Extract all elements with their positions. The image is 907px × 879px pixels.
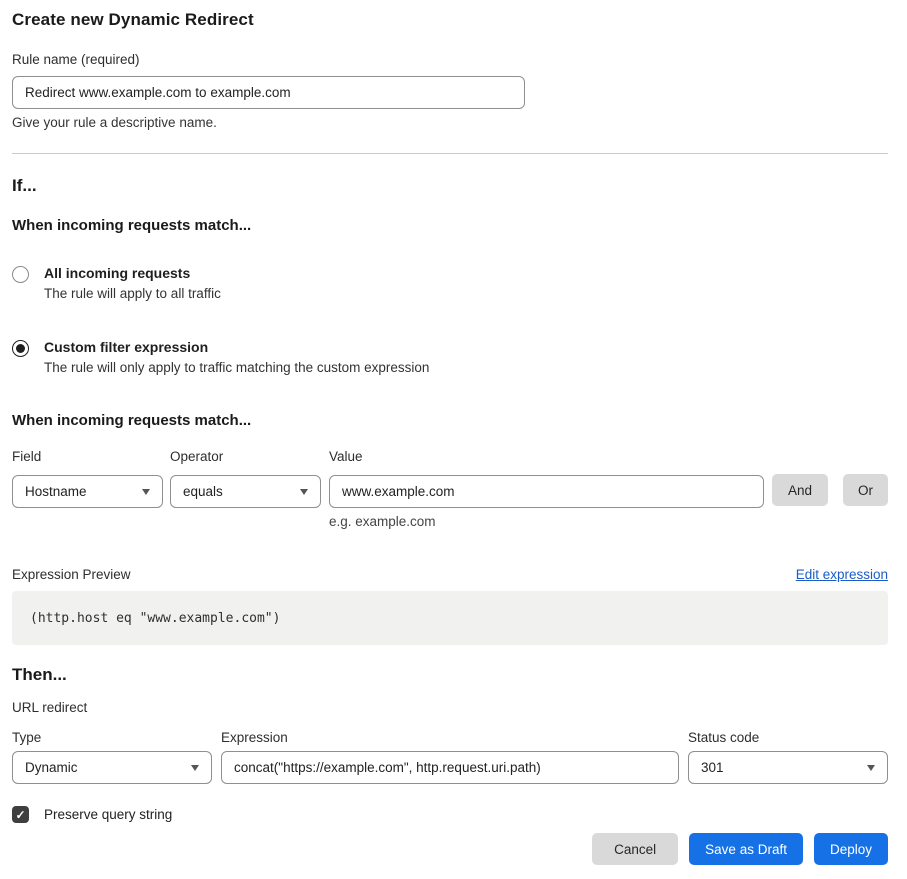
type-select-value: Dynamic (25, 760, 78, 775)
chevron-down-icon (300, 489, 308, 495)
operator-select[interactable]: equals (170, 475, 321, 508)
radio-selected-icon[interactable] (12, 340, 29, 357)
preserve-query-string-option[interactable]: ✓ Preserve query string (12, 806, 888, 823)
create-redirect-form: Create new Dynamic Redirect Rule name (r… (0, 0, 907, 879)
radio-option-custom-filter-expression[interactable]: Custom filter expression The rule will o… (12, 339, 888, 375)
type-label: Type (12, 730, 212, 745)
expression-preview-header: Expression Preview Edit expression (12, 567, 888, 582)
radio-unselected-icon[interactable] (12, 266, 29, 283)
radio-option-label: All incoming requests (44, 265, 221, 281)
chevron-down-icon (867, 765, 875, 771)
type-select[interactable]: Dynamic (12, 751, 212, 784)
chevron-down-icon (142, 489, 150, 495)
rule-name-block: Rule name (required) Give your rule a de… (12, 52, 888, 130)
field-label: Field (12, 449, 163, 464)
status-code-label: Status code (688, 730, 888, 745)
cancel-button[interactable]: Cancel (592, 833, 678, 865)
value-column: Value e.g. example.com (329, 449, 764, 529)
value-input[interactable] (329, 475, 764, 508)
operator-column: Operator equals (170, 449, 321, 508)
operator-label: Operator (170, 449, 321, 464)
rule-name-label: Rule name (required) (12, 52, 888, 67)
rule-name-input[interactable] (12, 76, 525, 109)
redirect-config-row: Type Dynamic Expression Status code 301 (12, 730, 888, 784)
radio-option-description: The rule will only apply to traffic matc… (44, 360, 429, 375)
save-as-draft-button[interactable]: Save as Draft (689, 833, 803, 865)
page-title: Create new Dynamic Redirect (12, 10, 888, 30)
type-column: Type Dynamic (12, 730, 212, 784)
value-help: e.g. example.com (329, 514, 764, 529)
check-icon: ✓ (15, 809, 25, 821)
radio-option-texts: Custom filter expression The rule will o… (44, 339, 429, 375)
filter-builder-row: Field Hostname Operator equals Value e.g… (12, 449, 888, 529)
expression-preview-label: Expression Preview (12, 567, 131, 582)
status-code-select-value: 301 (701, 760, 724, 775)
expression-code: (http.host eq "www.example.com") (30, 611, 280, 626)
status-code-select[interactable]: 301 (688, 751, 888, 784)
expression-label: Expression (221, 730, 679, 745)
radio-option-all-incoming-requests[interactable]: All incoming requests The rule will appl… (12, 265, 888, 301)
if-match-heading: When incoming requests match... (12, 217, 888, 234)
expression-preview-box: (http.host eq "www.example.com") (12, 591, 888, 645)
checkbox-checked-icon[interactable]: ✓ (12, 806, 29, 823)
chevron-down-icon (191, 765, 199, 771)
preserve-query-string-label: Preserve query string (44, 807, 172, 822)
expression-column: Expression (221, 730, 679, 784)
field-select-value: Hostname (25, 484, 87, 499)
url-redirect-subheading: URL redirect (12, 700, 888, 715)
if-heading: If... (12, 176, 888, 196)
footer-actions: Cancel Save as Draft Deploy (12, 833, 888, 865)
edit-expression-link[interactable]: Edit expression (796, 567, 888, 582)
radio-option-description: The rule will apply to all traffic (44, 286, 221, 301)
operator-select-value: equals (183, 484, 223, 499)
connector-buttons: And Or (772, 474, 888, 506)
or-button[interactable]: Or (843, 474, 888, 506)
then-heading: Then... (12, 665, 888, 685)
status-code-column: Status code 301 (688, 730, 888, 784)
filter-match-heading: When incoming requests match... (12, 412, 888, 429)
radio-option-label: Custom filter expression (44, 339, 429, 355)
field-column: Field Hostname (12, 449, 163, 508)
rule-name-help: Give your rule a descriptive name. (12, 115, 888, 130)
value-label: Value (329, 449, 764, 464)
redirect-expression-input[interactable] (221, 751, 679, 784)
section-divider (12, 153, 888, 154)
deploy-button[interactable]: Deploy (814, 833, 888, 865)
radio-option-texts: All incoming requests The rule will appl… (44, 265, 221, 301)
field-select[interactable]: Hostname (12, 475, 163, 508)
and-button[interactable]: And (772, 474, 828, 506)
